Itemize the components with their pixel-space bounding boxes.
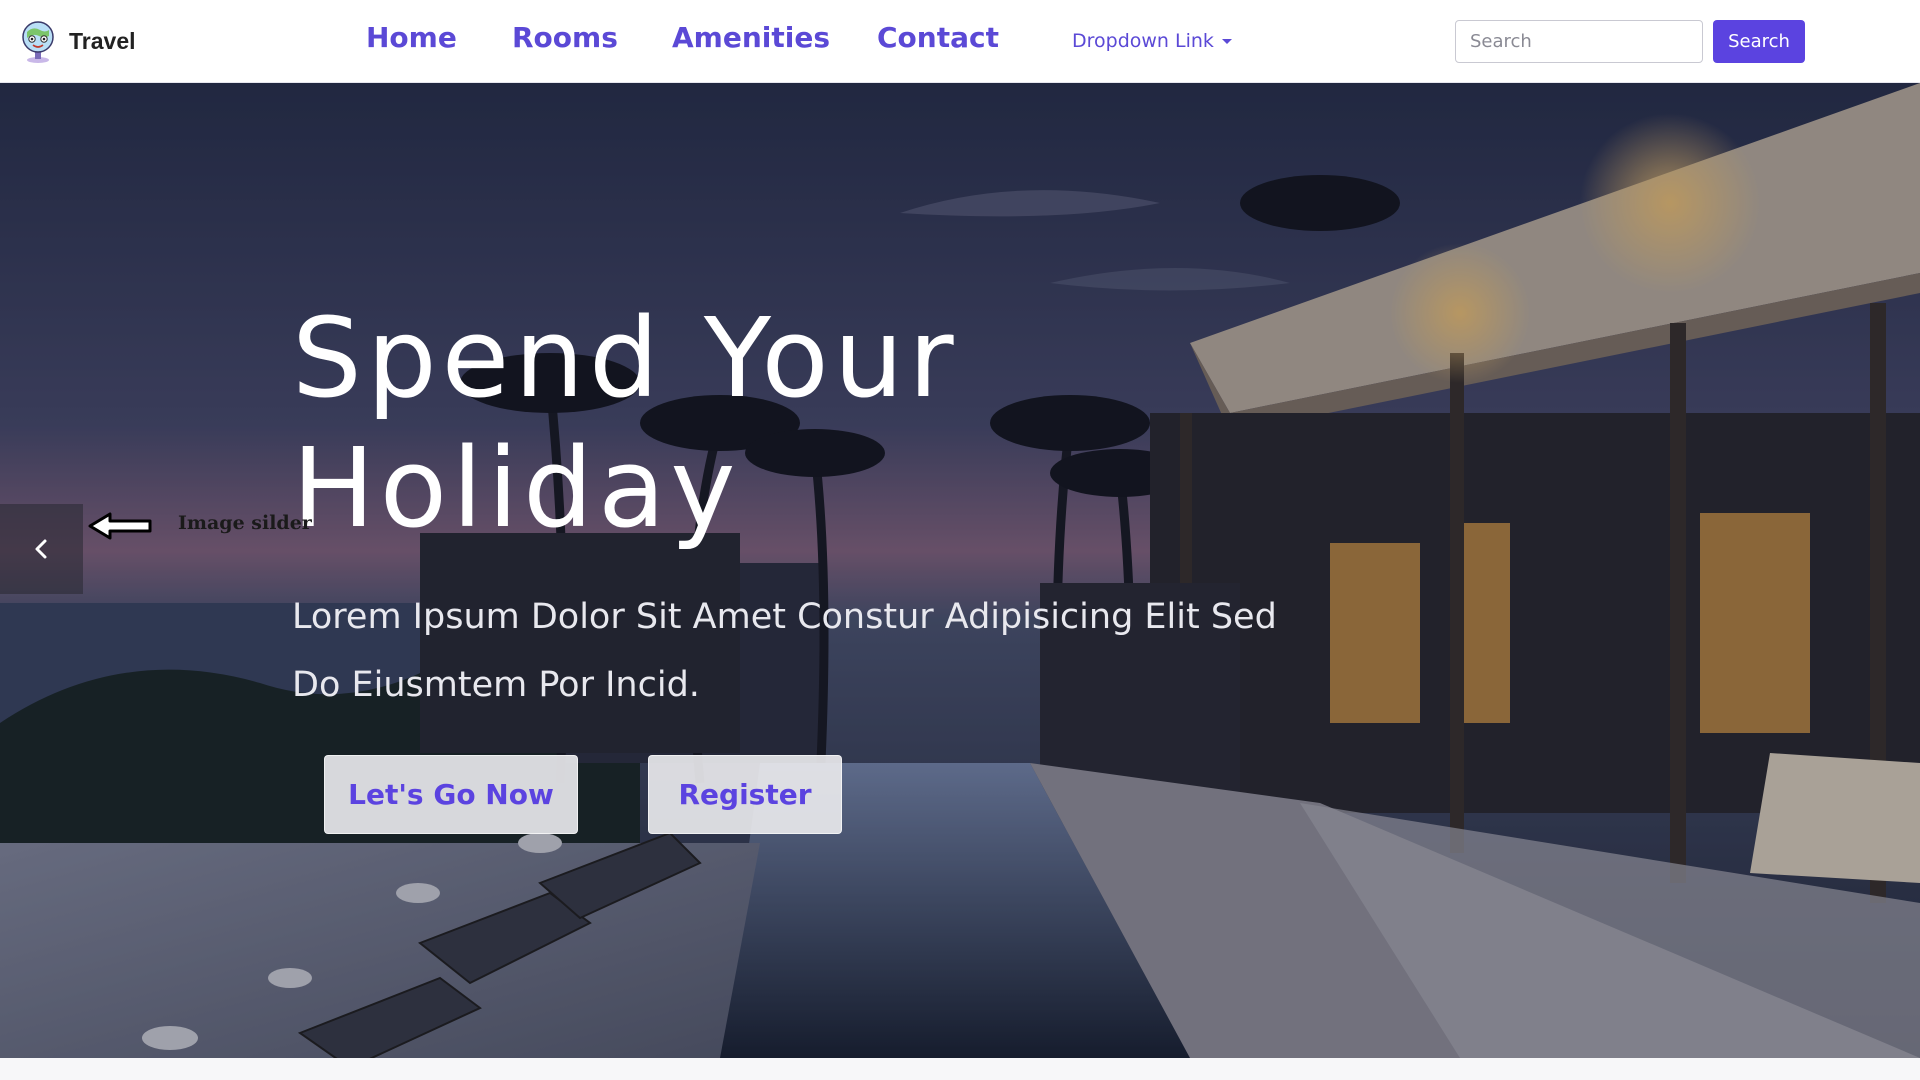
caret-down-icon: [1221, 38, 1232, 44]
hero-subtitle: Lorem Ipsum Dolor Sit Amet Constur Adipi…: [292, 597, 1277, 705]
hero-slider: Spend Your Holiday Lorem Ipsum Dolor Sit…: [0, 83, 1920, 1058]
lets-go-now-button[interactable]: Let's Go Now: [324, 755, 578, 834]
image-slider-annotation: Image silder: [178, 512, 312, 534]
nav-link-contact[interactable]: Contact: [877, 20, 999, 56]
search-input[interactable]: [1455, 20, 1703, 63]
nav-link-home[interactable]: Home: [366, 20, 457, 56]
slider-prev-button[interactable]: [0, 504, 83, 594]
hero-title: Spend Your Holiday: [292, 293, 1192, 553]
hero-title-line-1: Spend Your: [292, 294, 959, 422]
chevron-left-icon: [35, 539, 46, 559]
brand-link[interactable]: Travel: [18, 18, 136, 64]
register-button[interactable]: Register: [648, 755, 842, 834]
hero-title-line-2: Holiday: [292, 424, 741, 552]
navbar: Travel Home Rooms Amenities Contact Drop…: [0, 0, 1920, 83]
globe-mascot-icon: [22, 21, 54, 63]
dropdown-label: Dropdown Link: [1072, 30, 1214, 52]
brand-name: Travel: [69, 27, 136, 54]
nav-link-rooms[interactable]: Rooms: [512, 20, 618, 56]
nav-dropdown[interactable]: Dropdown Link: [1072, 28, 1232, 54]
search-button[interactable]: Search: [1713, 20, 1805, 63]
hero-background-image: [0, 83, 1920, 1058]
nav-link-amenities[interactable]: Amenities: [672, 20, 830, 56]
arrow-left-icon: [88, 512, 152, 540]
